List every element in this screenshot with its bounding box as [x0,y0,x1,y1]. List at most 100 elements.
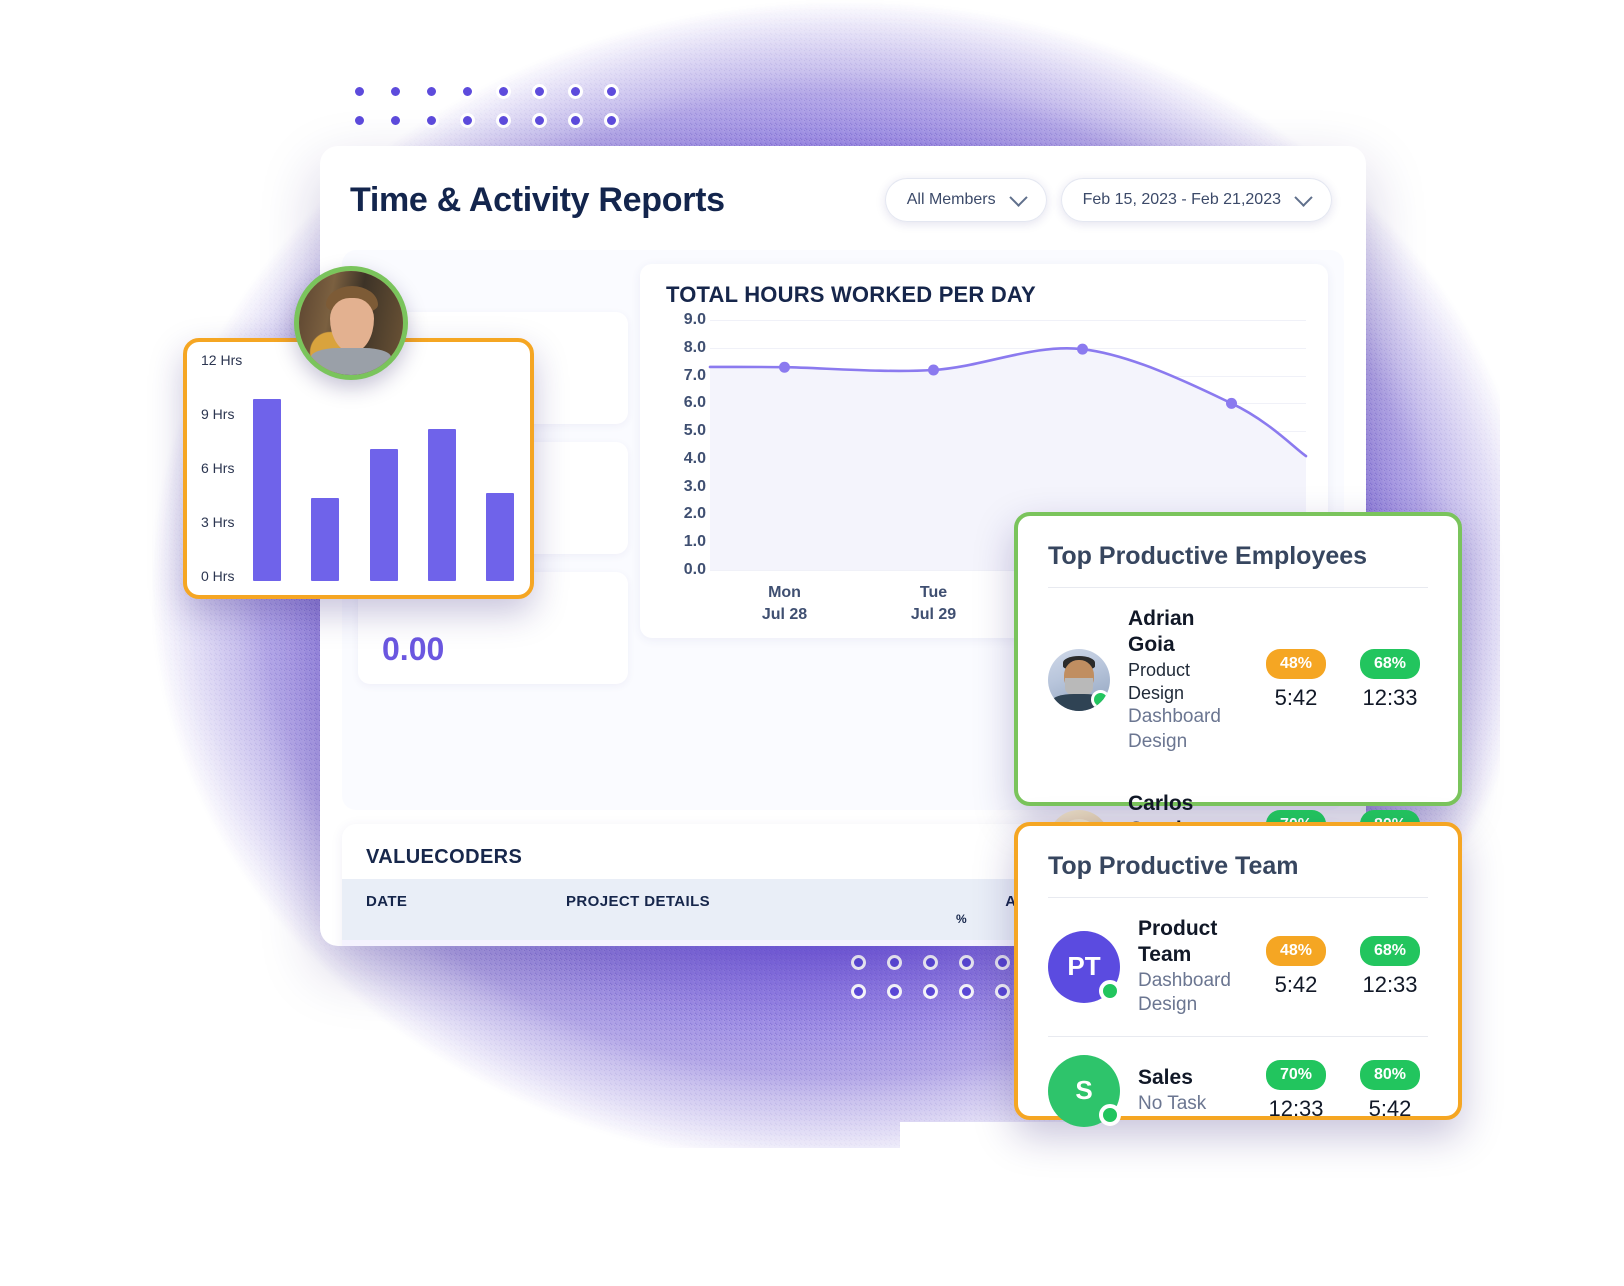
bar-y-tick: 12 Hrs [201,352,243,368]
team-time: 5:42 [1274,971,1318,997]
dot [887,955,902,970]
employee-stat-2: 68% 12:33 [1352,649,1428,711]
dot [959,984,974,999]
status-badge: 70% [1266,1059,1326,1090]
bar [486,493,514,581]
status-badge: 48% [1266,935,1326,966]
online-status-dot [1099,979,1121,1002]
team-time: 12:33 [1362,971,1418,997]
team-initials: PT [1067,951,1101,982]
member-avatar[interactable] [294,266,408,380]
y-tick: 0.0 [683,561,706,578]
column-header-date[interactable]: DATE [366,893,566,926]
y-tick: 5.0 [683,422,706,440]
members-filter-dropdown[interactable]: All Members [884,178,1047,222]
bar-series [253,366,514,581]
team-stat-2: 80% 5:42 [1352,1059,1428,1122]
dot [959,955,974,970]
dot [424,113,439,128]
x-tick: Mon Jul 28 [761,584,808,623]
column-header-project[interactable]: PROJECT DETAILS [566,893,956,926]
bar-y-tick: 9 Hrs [201,406,235,422]
decorative-dot-grid-bottom [851,955,1010,999]
bar-y-tick: 3 Hrs [201,514,235,530]
dot [923,984,938,999]
avatar-suit [311,347,391,375]
date-range-label: Feb 15, 2023 - Feb 21,2023 [1082,191,1281,208]
dot [532,84,547,99]
online-status-dot [1099,1103,1121,1126]
y-tick: 2.0 [683,505,706,523]
date-range-picker[interactable]: Feb 15, 2023 - Feb 21,2023 [1060,178,1332,222]
dot [995,955,1010,970]
y-tick: 6.0 [683,394,706,412]
team-stat-2: 68% 12:33 [1352,935,1428,998]
data-point [779,361,790,373]
crop-mask-bottom-right [900,1122,1624,1286]
team-meta: Product Team Dashboard Design [1138,916,1240,1018]
top-employees-title: Top Productive Employees [1048,542,1368,570]
team-time: 5:42 [1368,1095,1412,1121]
data-point [1077,343,1088,355]
dot [604,84,619,99]
avatar-photo [299,271,403,375]
x-tick: Tue Jul 29 [910,584,957,623]
crop-mask-top-right [1180,0,1624,36]
bar [427,428,456,581]
team-time: 12:33 [1268,1095,1324,1121]
top-team-title: Top Productive Team [1048,852,1299,880]
chevron-down-icon [1008,187,1028,207]
team-name: Product Team [1138,917,1218,967]
dot [388,84,403,99]
y-tick: 9.0 [683,311,706,328]
data-point [928,364,939,376]
employee-meta: Adrian Goia Product Design Dashboard Des… [1128,606,1240,755]
dot [851,984,866,999]
bar [253,399,281,581]
y-tick: 4.0 [683,449,706,467]
dot [460,113,475,128]
y-axis-ticks: 9.0 8.0 7.0 6.0 5.0 4.0 3.0 2.0 1.0 0.0 [662,311,706,578]
crop-mask-bottom [0,1148,920,1286]
y-tick: 8.0 [683,338,706,356]
bar [369,448,398,581]
top-productive-employees-card: Top Productive Employees Adrian Goia Pro… [1014,512,1462,889]
screenshot-root: Time & Activity Reports All Members Feb … [0,0,1624,1286]
employee-row[interactable]: Adrian Goia Product Design Dashboard Des… [1018,588,1458,773]
team-stat-1: 70% 12:33 [1258,1059,1334,1122]
team-stat-1: 48% 5:42 [1258,935,1334,998]
team-row[interactable]: PT Product Team Dashboard Design 48% 5:4… [1018,898,1458,1036]
team-row[interactable]: S Sales No Task 70% 12:33 80% 5:42 [1018,1037,1458,1145]
window-header: Time & Activity Reports All Members Feb … [320,146,1366,222]
page-title: Time & Activity Reports [350,180,725,219]
status-badge: 80% [1360,1059,1420,1090]
team-avatar-initials: PT [1048,930,1121,1003]
y-tick: 3.0 [683,477,706,495]
header-controls: All Members Feb 15, 2023 - Feb 21,2023 [884,178,1332,222]
team-name: Sales [1138,1066,1193,1090]
dot [352,113,367,128]
dot [995,984,1010,999]
stat-card-value: 0.00 [382,631,445,667]
employee-time: 5:42 [1274,685,1318,711]
employee-department: Product Design [1128,659,1191,703]
status-badge: 48% [1266,649,1326,680]
crop-mask-mid-left [0,340,152,788]
employee-time: 12:33 [1362,685,1418,711]
bar-y-tick: 6 Hrs [201,460,235,476]
data-point [1226,397,1237,409]
decorative-dot-grid-top [352,84,619,128]
y-tick: 1.0 [683,533,706,551]
team-avatar-initials: S [1048,1054,1121,1127]
dot [604,113,619,128]
dot [532,113,547,128]
chart-title: TOTAL HOURS WORKED PER DAY [666,282,1036,307]
dot [496,84,511,99]
dot [352,84,367,99]
status-badge: 68% [1360,935,1420,966]
dot [568,84,583,99]
team-meta: Sales No Task [1138,1065,1240,1116]
status-badge: 68% [1360,649,1420,680]
employee-stat-1: 48% 5:42 [1258,649,1334,711]
y-tick: 7.0 [683,366,706,384]
